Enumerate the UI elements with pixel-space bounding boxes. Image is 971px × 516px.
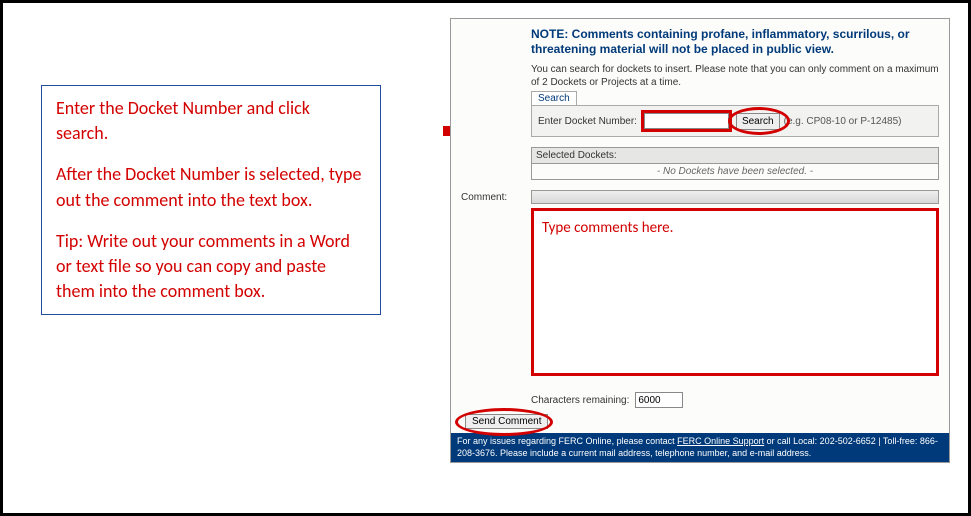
footer-text-prefix: For any issues regarding FERC Online, pl… (457, 436, 677, 446)
comment-area-highlight: Type comments here. (531, 208, 939, 376)
chars-remaining-label: Characters remaining: (531, 395, 629, 406)
search-tab-row: Search (531, 91, 939, 105)
selected-dockets-box: Selected Dockets: - No Dockets have been… (531, 147, 939, 180)
instruction-box: Enter the Docket Number and click search… (41, 85, 381, 315)
chars-remaining-row: Characters remaining: (531, 392, 939, 408)
note-heading: NOTE: Comments containing profane, infla… (531, 27, 939, 57)
selected-dockets-header: Selected Dockets: (532, 148, 938, 164)
docket-input-highlight (641, 110, 732, 132)
tab-search[interactable]: Search (531, 91, 577, 105)
comment-row: Comment: Type comments here. (461, 190, 939, 376)
search-button[interactable]: Search (736, 113, 780, 130)
docket-number-label: Enter Docket Number: (538, 116, 637, 127)
instruction-paragraph-3: Tip: Write out your comments in a Word o… (56, 229, 366, 305)
comment-label: Comment: (461, 190, 531, 203)
comment-form-panel: NOTE: Comments containing profane, infla… (450, 18, 950, 463)
selected-dockets-empty: - No Dockets have been selected. - (532, 164, 938, 179)
document-frame: Enter the Docket Number and click search… (0, 0, 971, 516)
footer-bar: For any issues regarding FERC Online, pl… (451, 433, 949, 462)
footer-support-link[interactable]: FERC Online Support (677, 436, 764, 446)
comment-toolbar (531, 190, 939, 204)
instruction-paragraph-1: Enter the Docket Number and click search… (56, 96, 366, 146)
docket-example-text: (e.g. CP08-10 or P-12485) (784, 116, 902, 127)
docket-number-input[interactable] (644, 113, 729, 129)
docket-search-box: Enter Docket Number: Search (e.g. CP08-1… (531, 105, 939, 137)
subnote-text: You can search for dockets to insert. Pl… (531, 63, 939, 89)
chars-remaining-value (635, 392, 683, 408)
comment-textarea[interactable]: Type comments here. (542, 219, 928, 365)
instruction-paragraph-2: After the Docket Number is selected, typ… (56, 162, 366, 212)
send-comment-button[interactable]: Send Comment (465, 414, 548, 429)
